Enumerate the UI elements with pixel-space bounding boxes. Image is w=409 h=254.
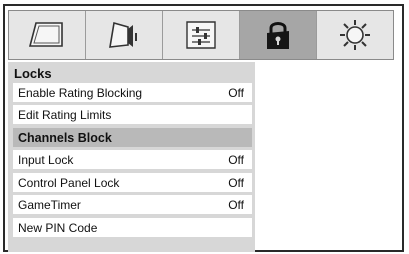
menu-item-value: Off: [228, 176, 244, 190]
tab-options[interactable]: [317, 11, 393, 59]
menu-item-label: GameTimer: [18, 198, 81, 212]
menu-item-label: Input Lock: [18, 153, 74, 167]
picture-icon: [27, 19, 67, 51]
menu-title: Locks: [14, 66, 52, 81]
tab-audio[interactable]: [86, 11, 163, 59]
menu-item-label: Enable Rating Blocking: [18, 86, 143, 100]
tab-picture[interactable]: [9, 11, 86, 59]
menu-item-new-pin-code[interactable]: New PIN Code: [13, 218, 252, 237]
menu-item-label: New PIN Code: [18, 221, 98, 235]
menu-item-gametimer[interactable]: GameTimer Off: [13, 195, 252, 214]
lock-icon: [258, 18, 298, 52]
menu-item-value: Off: [228, 86, 244, 100]
audio-icon: [104, 19, 144, 51]
locks-menu-panel: Locks Enable Rating Blocking Off Edit Ra…: [8, 62, 255, 252]
tab-locks[interactable]: [240, 11, 317, 59]
menu-item-value: Off: [228, 198, 244, 212]
menu-item-label: Channels Block: [18, 131, 112, 145]
options-icon: [335, 18, 375, 52]
menu-item-control-panel-lock[interactable]: Control Panel Lock Off: [13, 173, 252, 192]
menu-tab-bar: [8, 10, 394, 60]
menu-item-edit-rating-limits[interactable]: Edit Rating Limits: [13, 105, 252, 124]
menu-item-label: Edit Rating Limits: [18, 108, 112, 122]
menu-item-enable-rating-blocking[interactable]: Enable Rating Blocking Off: [13, 83, 252, 102]
tab-setup[interactable]: [163, 11, 240, 59]
setup-icon: [181, 19, 221, 51]
menu-item-channels-block[interactable]: Channels Block: [13, 128, 252, 147]
menu-item-value: Off: [228, 153, 244, 167]
menu-item-input-lock[interactable]: Input Lock Off: [13, 150, 252, 169]
menu-item-label: Control Panel Lock: [18, 176, 120, 190]
